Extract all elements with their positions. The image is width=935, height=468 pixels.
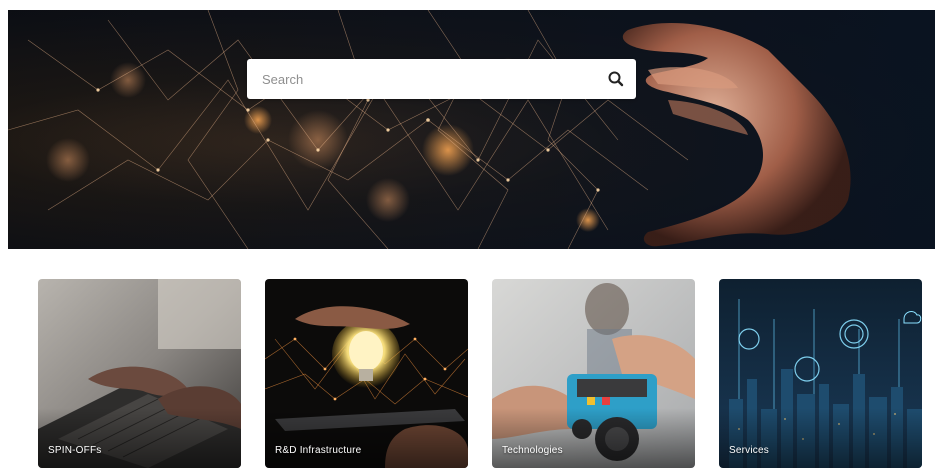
page: SPIN-OFFs bbox=[0, 0, 935, 468]
card-services[interactable]: Services bbox=[719, 279, 922, 468]
card-label: SPIN-OFFs bbox=[48, 445, 102, 456]
card-spin-offs[interactable]: SPIN-OFFs bbox=[38, 279, 241, 468]
hero-banner bbox=[8, 10, 935, 249]
search-bar bbox=[247, 59, 636, 99]
card-shade bbox=[265, 408, 468, 468]
search-input[interactable] bbox=[247, 60, 594, 98]
card-shade bbox=[492, 408, 695, 468]
card-technologies[interactable]: Technologies bbox=[492, 279, 695, 468]
card-label: Technologies bbox=[502, 445, 563, 456]
card-rd-infrastructure[interactable]: R&D Infrastructure bbox=[265, 279, 468, 468]
card-label: Services bbox=[729, 445, 769, 456]
category-cards: SPIN-OFFs R&D Infrastructure Technologie… bbox=[0, 279, 935, 468]
card-label: R&D Infrastructure bbox=[275, 445, 362, 456]
card-shade bbox=[38, 408, 241, 468]
card-shade bbox=[719, 408, 922, 468]
hero-network-image bbox=[8, 10, 935, 249]
search-icon[interactable] bbox=[606, 69, 626, 89]
